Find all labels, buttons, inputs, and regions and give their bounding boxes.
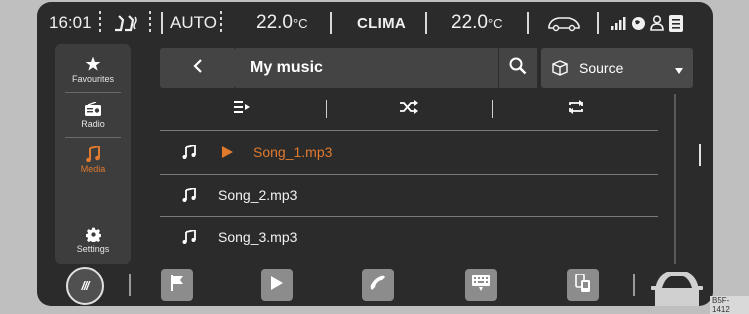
scrollbar-track[interactable]	[674, 94, 676, 264]
music-note-icon	[160, 230, 218, 244]
shuffle-icon	[400, 99, 418, 119]
sidebar-item-label: Media	[80, 164, 106, 174]
seat-heating-icon[interactable]	[111, 2, 145, 44]
phone-connect-icon	[575, 272, 591, 297]
playback-controls	[160, 94, 658, 124]
music-note-icon	[160, 188, 218, 202]
now-playing-icon	[222, 146, 233, 158]
song-title: Song_2.mp3	[218, 187, 298, 203]
search-button[interactable]	[499, 48, 537, 88]
gear-icon	[85, 226, 101, 242]
image-code: B5F-1412	[710, 296, 749, 314]
temp-left[interactable]: 22.0 °C	[256, 2, 308, 44]
phone-connect-button[interactable]	[567, 269, 599, 301]
dropdown-arrow-icon	[675, 61, 683, 77]
phone-icon	[369, 274, 387, 297]
radio-icon	[85, 101, 101, 117]
song-title: Song_1.mp3	[253, 144, 333, 160]
source-label: Source	[579, 60, 624, 76]
playlist-button[interactable]	[160, 94, 324, 124]
back-button[interactable]	[160, 48, 236, 88]
car-icon	[651, 272, 703, 306]
repeat-button[interactable]	[493, 94, 658, 124]
infotainment-screen: 16:01 AUTO 22.0 °C CLIMA 22.0 °C Favouri…	[37, 2, 713, 306]
car-icon[interactable]	[547, 2, 581, 44]
search-icon	[509, 57, 527, 80]
clock: 16:01	[49, 13, 92, 32]
globe-icon	[631, 2, 646, 44]
bottom-dock: ///	[37, 264, 713, 306]
sidebar-item-label: Favourites	[71, 74, 115, 84]
phone-button[interactable]	[362, 269, 394, 301]
home-button[interactable]: ///	[66, 267, 104, 305]
playlist-icon	[234, 100, 250, 118]
source-dropdown[interactable]: Source	[541, 48, 693, 88]
keyboard-icon	[472, 274, 490, 296]
sidebar-item-favourites[interactable]: Favourites	[55, 48, 131, 92]
list-item[interactable]: Song_2.mp3	[160, 175, 658, 215]
play-button[interactable]	[261, 269, 293, 301]
sidebar-item-label: Radio	[81, 119, 105, 129]
car-view-button[interactable]	[651, 266, 703, 306]
scrollbar-thumb[interactable]	[699, 144, 701, 166]
list-item[interactable]: Song_1.mp3	[160, 132, 658, 172]
auto-climate-button[interactable]: AUTO	[170, 2, 217, 44]
user-icon	[650, 2, 664, 44]
play-icon	[271, 275, 283, 295]
repeat-icon	[567, 99, 585, 119]
source-icon	[551, 60, 569, 76]
chevron-left-icon	[193, 58, 203, 79]
shuffle-button[interactable]	[327, 94, 491, 124]
clima-button[interactable]: CLIMA	[357, 2, 406, 44]
temp-right[interactable]: 22.0 °C	[451, 2, 503, 44]
flag-button[interactable]	[161, 269, 193, 301]
list-item[interactable]: Song_3.mp3	[160, 217, 658, 257]
song-title: Song_3.mp3	[218, 229, 298, 245]
sidebar-item-label: Settings	[76, 244, 110, 254]
music-note-icon	[86, 146, 100, 162]
sidebar-item-settings[interactable]: Settings	[55, 218, 131, 262]
star-icon	[85, 56, 101, 72]
page-title: My music	[236, 48, 498, 88]
message-icon	[669, 2, 683, 44]
signal-icon	[611, 2, 627, 44]
sidebar: Favourites Radio Media Settings	[55, 44, 131, 264]
status-bar: 16:01 AUTO 22.0 °C CLIMA 22.0 °C	[37, 2, 713, 44]
keyboard-button[interactable]	[465, 269, 497, 301]
music-note-icon	[160, 145, 218, 159]
flag-icon	[170, 274, 184, 296]
sidebar-item-media[interactable]: Media	[55, 138, 131, 182]
sidebar-item-radio[interactable]: Radio	[55, 93, 131, 137]
